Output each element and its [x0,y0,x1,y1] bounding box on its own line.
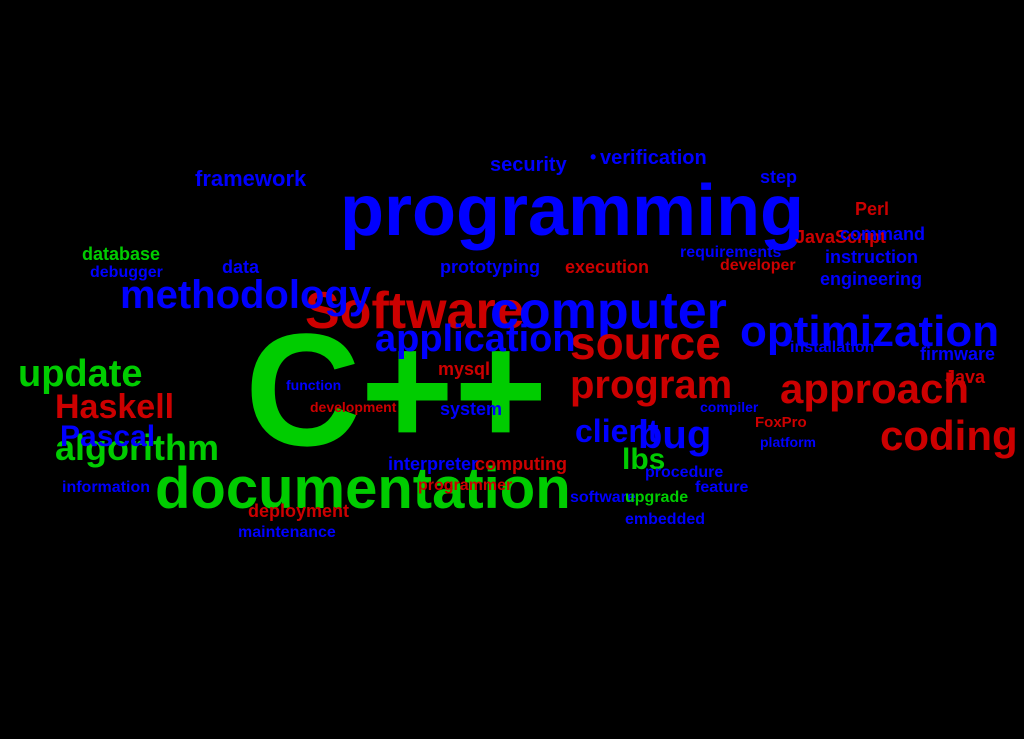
word-data: data [222,258,259,276]
word-engineering: engineering [820,270,922,288]
word-step: step [760,168,797,186]
word-command: command [840,225,925,243]
word-framework: framework [195,168,306,190]
word-compiler: compiler [700,400,758,414]
word-java: Java [945,368,985,386]
word-installation: installation [790,340,874,356]
word-security: security [490,155,567,175]
word-upgrade: upgrade [625,490,688,506]
word-function: function [286,378,341,392]
word-system: system [440,400,502,418]
word-pascal: Pascal [60,422,155,452]
word-deployment: deployment [248,502,349,520]
word-programming: programming [340,175,804,247]
word-information: information [62,480,150,496]
word-haskell: Haskell [55,390,174,424]
word-approach: approach [780,368,969,410]
word-verification: verification [600,148,707,168]
word-computing: computing [475,455,567,473]
word-maintenance: maintenance [238,525,336,541]
word-firmware: firmware [920,345,995,363]
word-debugger: debugger [90,265,163,281]
word-foxpro: FoxPro [755,415,807,430]
word-cloud: programmingC++documentationSoftwarecompu… [0,0,1024,739]
word-development: development [310,400,396,414]
word-embedded: embedded [625,512,705,528]
word-programmer: programmer [418,478,512,494]
word-prototyping: prototyping [440,258,540,276]
word-instruction: instruction [825,248,918,266]
word-methodology: methodology [120,275,371,315]
word-feature: feature [695,480,748,496]
word-mysql: mysql [438,360,490,378]
word-developer: developer [720,258,796,274]
word-perl: Perl [855,200,889,218]
word-coding: coding [880,415,1018,457]
word-: • [590,148,596,166]
word-platform: platform [760,435,816,449]
word-interpreter: interpreter [388,455,478,473]
word-database: database [82,245,160,263]
word-application: application [375,320,576,358]
word-source: source [570,320,721,366]
word-execution: execution [565,258,649,276]
